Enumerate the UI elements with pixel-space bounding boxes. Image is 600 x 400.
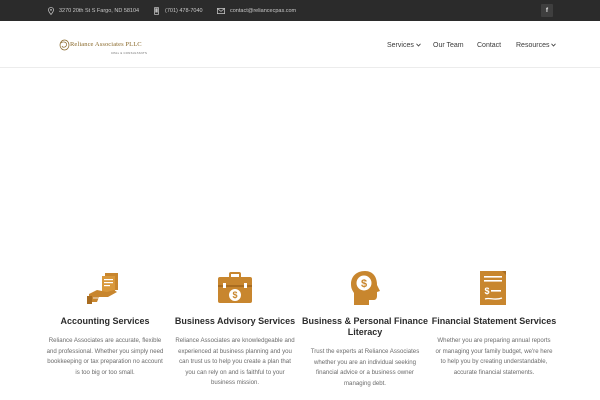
service-description: Reliance Associates are knowledgeable an…: [175, 337, 295, 386]
service-description: Reliance Associates are accurate, flexib…: [46, 337, 164, 376]
logo-name: Reliance Associates PLLC: [70, 41, 142, 48]
service-title: Business Advisory Services: [174, 316, 296, 326]
service-title: Financial Statement Services: [431, 316, 557, 326]
topbar-email[interactable]: contact@reliancecpas.com: [217, 0, 296, 21]
logo-swirl-icon: [59, 39, 70, 51]
company-logo[interactable]: Reliance Associates PLLC CPAs & CONSULTA…: [59, 37, 159, 57]
svg-text:$: $: [361, 278, 367, 290]
svg-text:$: $: [232, 290, 237, 300]
nav-contact-label: Contact: [477, 41, 502, 49]
nav-our-team[interactable]: Our Team: [433, 39, 464, 51]
facebook-icon[interactable]: f: [541, 4, 553, 17]
svg-text:$: $: [484, 286, 489, 296]
envelope-icon: [217, 7, 225, 14]
top-bar: 3270 20th St S Fargo, ND 58104 (701) 478…: [0, 0, 600, 21]
briefcase-dollar-icon: $: [218, 272, 252, 303]
address-text: 3270 20th St S Fargo, ND 58104: [59, 7, 140, 14]
head-dollar-icon: $: [351, 271, 380, 305]
phone-icon: [154, 6, 159, 15]
nav-resources-label: Resources: [516, 41, 550, 49]
service-description: Whether you are preparing annual reports…: [435, 337, 553, 376]
site-header: Reliance Associates PLLC CPAs & CONSULTA…: [0, 21, 600, 68]
service-title: Business & Personal Finance Literacy: [301, 316, 429, 337]
nav-contact[interactable]: Contact: [477, 39, 501, 51]
nav-services[interactable]: Services: [387, 39, 421, 51]
topbar-address: 3270 20th St S Fargo, ND 58104: [48, 0, 139, 21]
nav-resources[interactable]: Resources: [516, 39, 557, 51]
chevron-down-icon: [551, 43, 557, 47]
logo-tagline: CPAs & CONSULTANTS: [111, 51, 148, 55]
service-description: Trust the experts at Reliance Associates…: [310, 348, 420, 387]
nav-team-label: Our Team: [433, 41, 464, 49]
nav-services-label: Services: [387, 41, 414, 49]
chevron-down-icon: [416, 43, 421, 47]
hand-documents-icon: [87, 273, 118, 304]
phone-text[interactable]: (701) 478-7040: [165, 8, 203, 14]
service-title: Accounting Services: [60, 316, 150, 326]
map-pin-icon: [48, 6, 54, 15]
hero-section: [0, 68, 600, 268]
email-text[interactable]: contact@reliancecpas.com: [230, 8, 296, 14]
document-dollar-icon: $: [480, 271, 506, 305]
facebook-label: f: [545, 7, 549, 14]
topbar-phone[interactable]: (701) 478-7040: [154, 0, 203, 21]
